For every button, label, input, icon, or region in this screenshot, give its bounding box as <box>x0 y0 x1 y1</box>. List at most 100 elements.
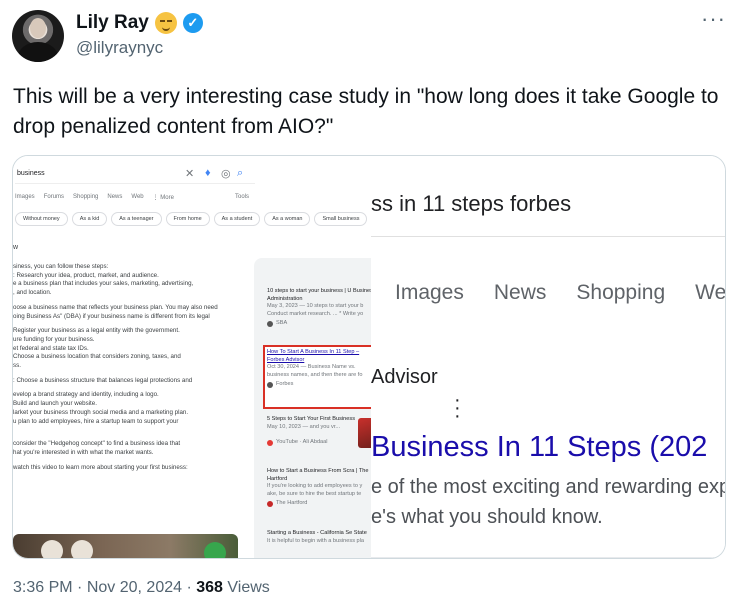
divider <box>371 236 725 237</box>
views-label: Views <box>227 579 270 596</box>
source-title: 5 Steps to Start Your First Business <box>267 416 355 422</box>
tools-link: Tools <box>235 194 250 200</box>
author-name-row: Lily Ray ✓ <box>76 12 203 34</box>
answer-line: consider the "Hedgehog concept" to find … <box>13 440 181 448</box>
answer-line: Register your business as a legal entity… <box>13 327 180 335</box>
source-title: 10 steps to start your business | U Busi… <box>267 288 376 302</box>
ai-overview-sources: 10 steps to start your business | U Busi… <box>254 258 382 558</box>
search-results-screenshot-left: business ✕ ♦ ◎ ⌕ Images Forums Shopping … <box>13 156 382 558</box>
thumbnail-bubble <box>41 540 63 558</box>
result-title: Business In 11 Steps (202 <box>371 431 708 463</box>
smirking-face-emoji-icon <box>154 12 177 34</box>
tab-news: News <box>493 281 547 304</box>
source-card: Starting a Business - California Se Stat… <box>267 530 377 545</box>
chip: From home <box>165 212 210 226</box>
google-search-bar: business ✕ ♦ ◎ ⌕ <box>15 164 255 184</box>
lens-icon: ◎ <box>221 168 231 180</box>
source-card: 10 steps to start your business | U Busi… <box>267 288 377 328</box>
source-title: How to Start a Business From Scra | The … <box>267 468 369 482</box>
source-meta: If you're looking to add employees to y <box>267 483 363 489</box>
source-snippet: ake, be sure to hire the best startup te <box>267 490 362 497</box>
answer-line: evelop a brand strategy and identity, in… <box>13 391 159 399</box>
chip: As a kid <box>71 212 108 226</box>
chip: Without money <box>15 212 68 226</box>
search-icon: ⌕ <box>237 167 244 179</box>
tweet-date[interactable]: Nov 20, 2024 <box>87 579 182 596</box>
divider <box>371 557 725 558</box>
answer-line: Build and launch your website. <box>13 400 97 408</box>
tab-more: ⋮ More <box>152 195 174 201</box>
mic-icon: ♦ <box>205 167 211 179</box>
tweet-text: This will be a very interesting case stu… <box>13 85 719 138</box>
author-name[interactable]: Lily Ray <box>76 12 149 34</box>
answer-line: siness, you can follow these steps: <box>13 263 109 270</box>
separator: · <box>186 579 197 596</box>
answer-line: u plan to add employees, hire a startup … <box>13 417 179 425</box>
source-snippet: business names, and then there are fo <box>267 371 363 378</box>
answer-line: ss. <box>13 362 21 370</box>
ai-overview-heading: w <box>13 244 19 251</box>
favicon-icon <box>267 500 273 507</box>
tweet-media-image[interactable]: business ✕ ♦ ◎ ⌕ Images Forums Shopping … <box>12 155 726 559</box>
answer-line: ure funding for your business. <box>13 335 95 343</box>
favicon-icon <box>267 381 273 388</box>
more-options-icon[interactable]: ··· <box>701 8 726 30</box>
source-snippet: Conduct market research. ... * Write yo <box>267 310 364 317</box>
answer-line: e a business plan that includes your sal… <box>13 280 194 288</box>
search-results-screenshot-zoomed: ss in 11 steps forbes Images News Shoppi… <box>371 156 726 558</box>
source-card-highlighted: How To Start A Business In 11 Step – For… <box>267 349 377 389</box>
tab-shopping: Shopping <box>576 281 666 304</box>
answer-line: et federal and state tax IDs. <box>13 344 89 352</box>
source-meta: May 3, 2023 — 10 steps to start your b <box>267 303 364 309</box>
source-meta: It is helpful to begin with a business p… <box>267 537 365 544</box>
zoomed-query: ss in 11 steps forbes <box>371 191 572 216</box>
tab-shopping: Shopping <box>73 194 99 200</box>
answer-line: larket your business through social medi… <box>13 408 189 416</box>
answer-line: oose a business name that reflects your … <box>13 303 218 311</box>
tweet-time[interactable]: 3:36 PM <box>13 579 73 596</box>
source-site: The Hartford <box>267 500 377 508</box>
ai-overview-answer: w siness, you can follow these steps: : … <box>13 244 248 472</box>
verified-badge-icon[interactable]: ✓ <box>182 13 203 33</box>
thumbnail-bubble <box>71 540 93 558</box>
source-site: Forbes <box>267 381 377 389</box>
result-snippet-line: e of the most exciting and rewarding exp <box>371 476 726 498</box>
answer-line: : Choose a business structure that balan… <box>13 376 193 384</box>
answer-line: hat you're interested in with what the m… <box>13 448 154 456</box>
separator: · <box>77 579 87 596</box>
avatar-face <box>30 18 46 38</box>
video-thumbnail <box>13 534 238 558</box>
youtube-icon <box>267 439 273 446</box>
chip: As a student <box>213 212 261 226</box>
views-count: 368 <box>196 579 223 596</box>
answer-line: watch this video to learn more about sta… <box>13 463 188 471</box>
answer-line: , and location. <box>13 289 52 297</box>
chip: As a teenager <box>111 212 162 226</box>
source-title: How To Start A Business In 11 Step – For… <box>267 349 360 363</box>
author-handle[interactable]: @lilyraynyc <box>76 38 163 58</box>
tab-images: Images <box>395 281 464 304</box>
refinement-chips: Without money As a kid As a teenager Fro… <box>15 212 368 226</box>
answer-line: : Research your idea, product, market, a… <box>13 271 159 279</box>
chip: Small business <box>314 212 368 226</box>
zoomed-tabs: Images News Shopping Web <box>395 281 726 305</box>
source-meta: Oct 30, 2024 — Business Name vs. <box>267 364 356 370</box>
tab-web: Web <box>131 194 144 200</box>
source-meta: May 10, 2023 — and you vr... <box>267 423 341 430</box>
tab-news: News <box>107 194 123 200</box>
tweet-meta: 3:36 PM · Nov 20, 2024 · 368 Views <box>13 579 270 597</box>
tab-images: Images <box>15 194 35 200</box>
avatar-shoulders <box>18 42 58 62</box>
tab-web: Web <box>695 281 726 304</box>
source-card: 5 Steps to Start Your First Business May… <box>267 416 357 447</box>
author-avatar[interactable] <box>12 10 64 62</box>
answer-line: Choose a business location that consider… <box>13 353 181 361</box>
chip: As a woman <box>264 212 311 226</box>
answer-line: oing Business As" (DBA) if your business… <box>13 312 210 320</box>
search-tabs: Images Forums Shopping News Web ⋮ More <box>15 194 174 201</box>
clear-icon: ✕ <box>185 168 195 180</box>
source-title: Starting a Business - California Se Stat… <box>267 530 367 536</box>
tab-forums: Forums <box>43 194 65 200</box>
result-source: Advisor <box>371 366 438 388</box>
favicon-icon <box>267 320 273 327</box>
